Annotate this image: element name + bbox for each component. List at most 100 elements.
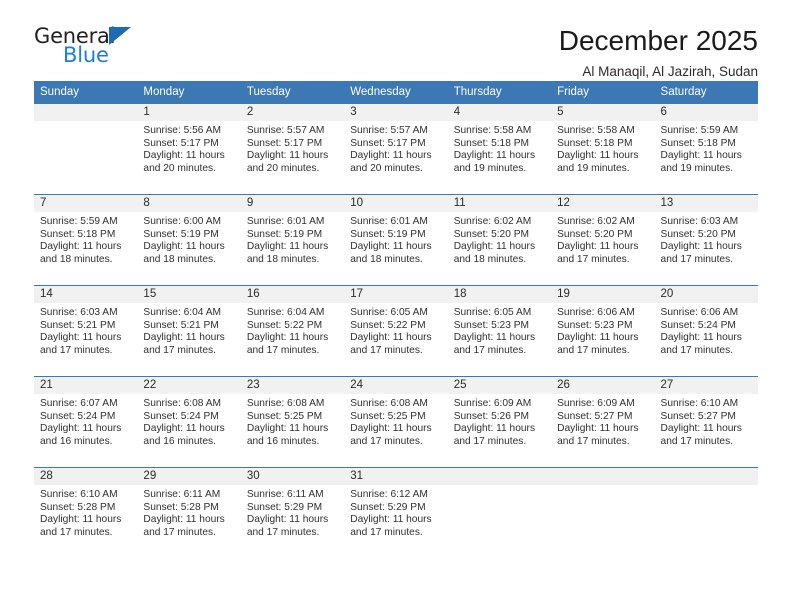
sunset-text: Sunset: 5:21 PM	[143, 319, 219, 331]
day-cell-body	[551, 468, 655, 558]
calendar-day-cell[interactable]: 6 Sunrise: 5:59 AM Sunset: 5:18 PM Daylight…	[654, 104, 758, 195]
sunset-text: Sunset: 5:29 PM	[350, 501, 426, 513]
calendar-day-cell[interactable]: 16 Sunrise: 6:04 AM Sunset: 5:22 PM Dayligh…	[240, 285, 345, 377]
sunrise-text: Sunrise: 6:01 AM	[350, 216, 428, 227]
day-cell-body: 12 Sunrise: 6:02 AM Sunset: 5:20 PM Dayligh…	[551, 195, 655, 285]
sunrise-text: Sunrise: 6:09 AM	[557, 398, 635, 409]
sunset-text: Sunset: 5:17 PM	[143, 137, 219, 149]
day-details: Sunrise: 5:59 AM Sunset: 5:18 PM Daylight:…	[655, 121, 758, 175]
sunset-text: Sunset: 5:18 PM	[660, 137, 736, 149]
calendar-day-cell[interactable]: 2 Sunrise: 5:57 AM Sunset: 5:17 PM Daylight…	[240, 104, 345, 195]
calendar-day-cell[interactable]: 19 Sunrise: 6:06 AM Sunset: 5:23 PM Dayligh…	[551, 285, 655, 377]
calendar-day-cell[interactable]: 21 Sunrise: 6:07 AM Sunset: 5:24 PM Dayligh…	[34, 376, 138, 468]
day-details: Sunrise: 6:12 AM Sunset: 5:29 PM Daylight:…	[344, 485, 447, 539]
calendar-day-cell[interactable]: 12 Sunrise: 6:02 AM Sunset: 5:20 PM Dayligh…	[551, 194, 655, 286]
day-cell-body: 29 Sunrise: 6:11 AM Sunset: 5:28 PM Dayligh…	[137, 468, 241, 558]
day-number: 23	[240, 377, 345, 394]
daylight-text-line1: Daylight: 11 hours	[246, 423, 329, 435]
calendar-day-cell[interactable]: 3 Sunrise: 5:57 AM Sunset: 5:17 PM Daylight…	[344, 104, 448, 195]
day-number: 16	[240, 286, 345, 303]
sunset-text: Sunset: 5:26 PM	[453, 410, 530, 422]
calendar-day-cell[interactable]: 15 Sunrise: 6:04 AM Sunset: 5:21 PM Dayligh…	[137, 285, 241, 377]
calendar-day-cell[interactable]: 22 Sunrise: 6:08 AM Sunset: 5:24 PM Dayligh…	[137, 376, 241, 468]
sunrise-text: Sunrise: 6:03 AM	[40, 307, 118, 318]
daylight-text-line1: Daylight: 11 hours	[246, 514, 329, 526]
sunrise-text: Sunrise: 6:10 AM	[660, 398, 739, 409]
daylight-text-line1: Daylight: 11 hours	[453, 332, 536, 344]
day-number: 1	[137, 104, 241, 121]
sunset-text: Sunset: 5:20 PM	[453, 228, 530, 240]
day-cell-body	[34, 104, 138, 194]
sunset-text: Sunset: 5:27 PM	[660, 410, 736, 422]
day-details: Sunrise: 6:07 AM Sunset: 5:24 PM Daylight:…	[34, 394, 137, 448]
calendar-day-cell[interactable]: 13 Sunrise: 6:03 AM Sunset: 5:20 PM Dayligh…	[654, 194, 758, 286]
sunset-text: Sunset: 5:19 PM	[350, 228, 426, 240]
daylight-text-line1: Daylight: 11 hours	[40, 514, 122, 526]
calendar-day-cell[interactable]: 29 Sunrise: 6:11 AM Sunset: 5:28 PM Dayligh…	[137, 467, 241, 558]
calendar-day-cell[interactable]: 25 Sunrise: 6:09 AM Sunset: 5:26 PM Dayligh…	[447, 376, 552, 468]
day-cell-body: 16 Sunrise: 6:04 AM Sunset: 5:22 PM Dayligh…	[240, 286, 345, 376]
sunset-text: Sunset: 5:25 PM	[246, 410, 323, 422]
day-details: Sunrise: 6:01 AM Sunset: 5:19 PM Daylight:…	[241, 212, 344, 266]
calendar-day-cell[interactable]: 9 Sunrise: 6:01 AM Sunset: 5:19 PM Daylight…	[240, 194, 345, 286]
daylight-text-line1: Daylight: 11 hours	[660, 241, 742, 253]
daylight-text-line2: and 18 minutes.	[350, 253, 423, 265]
sunrise-text: Sunrise: 6:04 AM	[143, 307, 222, 318]
daylight-text-line2: and 17 minutes.	[557, 253, 630, 265]
day-cell-body: 21 Sunrise: 6:07 AM Sunset: 5:24 PM Dayligh…	[34, 377, 138, 467]
calendar-day-cell[interactable]: 17 Sunrise: 6:05 AM Sunset: 5:22 PM Dayligh…	[344, 285, 448, 377]
weekday-header-tuesday: Tuesday	[240, 81, 345, 104]
calendar-day-cell[interactable]: 7 Sunrise: 5:59 AM Sunset: 5:18 PM Daylight…	[34, 194, 138, 286]
calendar-day-cell[interactable]: 4 Sunrise: 5:58 AM Sunset: 5:18 PM Daylight…	[447, 104, 552, 195]
calendar-day-cell[interactable]: 30 Sunrise: 6:11 AM Sunset: 5:29 PM Dayligh…	[240, 467, 345, 558]
calendar-day-cell[interactable]: 28 Sunrise: 6:10 AM Sunset: 5:28 PM Dayligh…	[34, 467, 138, 558]
weekday-header-thursday: Thursday	[447, 81, 552, 104]
calendar-day-cell[interactable]: 18 Sunrise: 6:05 AM Sunset: 5:23 PM Dayligh…	[447, 285, 552, 377]
daylight-text-line1: Daylight: 11 hours	[557, 241, 639, 253]
calendar-day-cell[interactable]: 31 Sunrise: 6:12 AM Sunset: 5:29 PM Dayligh…	[344, 467, 448, 558]
sunrise-text: Sunrise: 5:59 AM	[660, 125, 739, 136]
generalblue-logo[interactable]: General Blue	[34, 26, 154, 72]
day-details: Sunrise: 5:58 AM Sunset: 5:18 PM Daylight:…	[448, 121, 551, 175]
page-title: December 2025	[558, 25, 758, 56]
calendar-day-cell[interactable]: 24 Sunrise: 6:08 AM Sunset: 5:25 PM Dayligh…	[344, 376, 448, 468]
calendar-day-cell[interactable]: 10 Sunrise: 6:01 AM Sunset: 5:19 PM Dayligh…	[344, 194, 448, 286]
day-number: 31	[344, 468, 448, 485]
daylight-text-line1: Daylight: 11 hours	[246, 332, 329, 344]
sunrise-text: Sunrise: 6:09 AM	[453, 398, 532, 409]
sunset-text: Sunset: 5:18 PM	[453, 137, 530, 149]
day-details: Sunrise: 6:09 AM Sunset: 5:27 PM Daylight:…	[551, 394, 654, 448]
day-details: Sunrise: 6:09 AM Sunset: 5:26 PM Daylight:…	[448, 394, 551, 448]
day-number: 7	[34, 195, 138, 212]
daylight-text-line2: and 17 minutes.	[350, 344, 423, 356]
daylight-text-line1: Daylight: 11 hours	[143, 514, 225, 526]
daylight-text-line2: and 18 minutes.	[40, 253, 113, 265]
daylight-text-line2: and 17 minutes.	[350, 526, 423, 538]
calendar-day-cell[interactable]: 26 Sunrise: 6:09 AM Sunset: 5:27 PM Dayligh…	[551, 376, 655, 468]
calendar-week-row: 28 Sunrise: 6:10 AM Sunset: 5:28 PM Dayligh…	[34, 467, 758, 558]
day-details: Sunrise: 6:06 AM Sunset: 5:24 PM Daylight:…	[655, 303, 758, 357]
calendar-day-cell[interactable]: 11 Sunrise: 6:02 AM Sunset: 5:20 PM Dayligh…	[447, 194, 552, 286]
day-details: Sunrise: 6:08 AM Sunset: 5:25 PM Daylight:…	[241, 394, 344, 448]
daylight-text-line1: Daylight: 11 hours	[40, 241, 122, 253]
daylight-text-line1: Daylight: 11 hours	[557, 150, 639, 162]
sunrise-text: Sunrise: 6:08 AM	[350, 398, 428, 409]
day-cell-body: 19 Sunrise: 6:06 AM Sunset: 5:23 PM Dayligh…	[551, 286, 655, 376]
daylight-text-line1: Daylight: 11 hours	[143, 150, 225, 162]
day-cell-body	[654, 468, 758, 558]
calendar-day-cell[interactable]: 27 Sunrise: 6:10 AM Sunset: 5:27 PM Dayligh…	[654, 376, 758, 468]
sunset-text: Sunset: 5:27 PM	[557, 410, 633, 422]
day-cell-body: 17 Sunrise: 6:05 AM Sunset: 5:22 PM Dayligh…	[344, 286, 448, 376]
day-cell-body: 27 Sunrise: 6:10 AM Sunset: 5:27 PM Dayligh…	[654, 377, 758, 467]
daylight-text-line1: Daylight: 11 hours	[143, 423, 225, 435]
day-number: 19	[551, 286, 655, 303]
day-number: 8	[137, 195, 241, 212]
calendar-day-cell[interactable]: 23 Sunrise: 6:08 AM Sunset: 5:25 PM Dayligh…	[240, 376, 345, 468]
weekday-header-saturday: Saturday	[654, 81, 758, 104]
calendar-day-cell[interactable]: 1 Sunrise: 5:56 AM Sunset: 5:17 PM Daylight…	[137, 104, 241, 195]
calendar-day-cell[interactable]: 14 Sunrise: 6:03 AM Sunset: 5:21 PM Dayligh…	[34, 285, 138, 377]
calendar-day-cell[interactable]: 8 Sunrise: 6:00 AM Sunset: 5:19 PM Daylight…	[137, 194, 241, 286]
calendar-day-cell[interactable]: 20 Sunrise: 6:06 AM Sunset: 5:24 PM Dayligh…	[654, 285, 758, 377]
calendar-day-cell[interactable]: 5 Sunrise: 5:58 AM Sunset: 5:18 PM Daylight…	[551, 104, 655, 195]
day-details: Sunrise: 6:03 AM Sunset: 5:20 PM Daylight:…	[655, 212, 758, 266]
